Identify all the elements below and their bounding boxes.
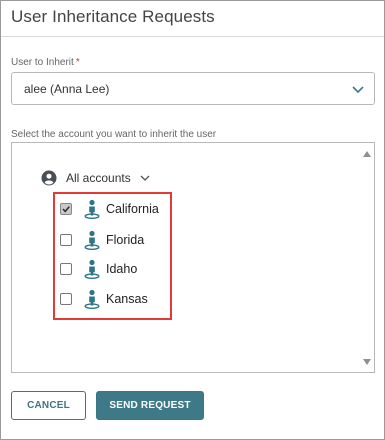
accounts-section-label: Select the account you want to inherit t… [11, 129, 217, 140]
account-item-idaho[interactable]: Idaho [60, 259, 137, 279]
scroll-up-arrow[interactable] [363, 151, 371, 157]
account-item-california[interactable]: California [60, 199, 159, 219]
accounts-tree-list[interactable]: All accounts California Florida Idaho Ka… [11, 142, 375, 373]
user-inheritance-dialog: User Inheritance Requests User to Inheri… [0, 0, 385, 440]
user-select[interactable]: alee (Anna Lee) [11, 72, 375, 105]
checkmark-icon [62, 206, 70, 213]
account-location-icon [84, 230, 100, 250]
tree-root-all-accounts[interactable]: All accounts [41, 169, 150, 187]
account-item-florida[interactable]: Florida [60, 230, 144, 250]
account-checkbox[interactable] [60, 203, 72, 215]
account-location-icon [84, 199, 100, 219]
account-item-label: Kansas [106, 292, 148, 306]
user-select-value: alee (Anna Lee) [24, 82, 110, 96]
account-item-label: Idaho [106, 262, 138, 276]
chevron-down-icon[interactable] [140, 173, 150, 183]
account-item-kansas[interactable]: Kansas [60, 289, 148, 309]
user-circle-icon [41, 170, 57, 186]
chevron-down-icon [352, 86, 364, 94]
account-item-label: Florida [106, 233, 145, 247]
tree-root-label: All accounts [66, 171, 131, 185]
user-field-label: User to Inherit * [11, 57, 80, 68]
dialog-title: User Inheritance Requests [11, 7, 215, 26]
account-location-icon [84, 259, 100, 279]
title-divider [1, 36, 384, 37]
account-checkbox[interactable] [60, 234, 72, 246]
account-checkbox[interactable] [60, 263, 72, 275]
send-request-button[interactable]: SEND REQUEST [96, 391, 204, 420]
scroll-down-arrow[interactable] [363, 359, 371, 365]
cancel-button[interactable]: CANCEL [11, 391, 86, 420]
account-checkbox[interactable] [60, 293, 72, 305]
required-marker: * [75, 57, 80, 68]
account-item-label: California [106, 202, 159, 216]
user-field-label-text: User to Inherit [11, 57, 74, 68]
account-location-icon [84, 289, 100, 309]
